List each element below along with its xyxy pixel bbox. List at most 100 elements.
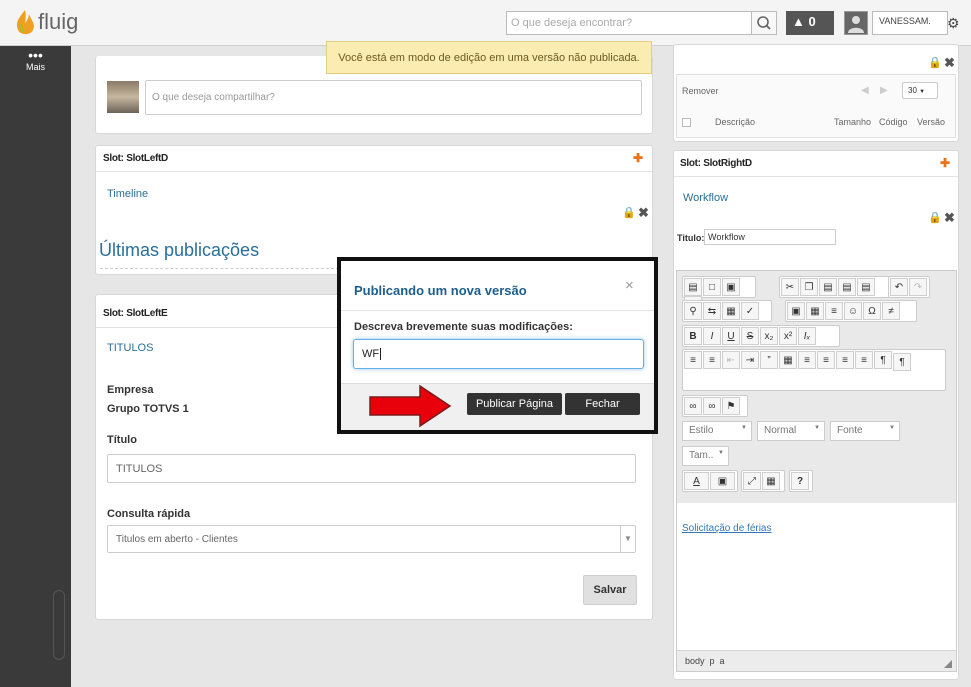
more-dots-icon[interactable]: •••	[0, 48, 71, 62]
paste-word-icon[interactable]: ▤	[857, 278, 875, 296]
close-icon[interactable]: ×	[625, 277, 634, 294]
avatar[interactable]	[844, 11, 868, 35]
publish-page-button[interactable]: Publicar Página	[467, 393, 562, 415]
add-widget-icon[interactable]: ✚	[940, 156, 950, 170]
link-icon[interactable]: ∞	[684, 397, 702, 415]
show-blocks-icon[interactable]: ▦	[762, 472, 780, 490]
add-widget-icon[interactable]: ✚	[633, 151, 643, 165]
save-icon[interactable]: ▤	[684, 278, 702, 296]
change-description-input[interactable]: WF	[353, 339, 644, 369]
dialog-divider	[341, 310, 654, 311]
bullet-list-icon[interactable]: ≡	[703, 351, 721, 369]
image-icon[interactable]: ▣	[787, 302, 805, 320]
column-version[interactable]: Versão	[917, 117, 945, 127]
justify-icon[interactable]: ≡	[855, 351, 873, 369]
undo-icon[interactable]: ↶	[890, 278, 908, 296]
composer-input[interactable]: O que deseja compartilhar?	[145, 80, 642, 115]
sidebar-item-more[interactable]: Mais	[0, 62, 71, 72]
horizontal-rule-icon[interactable]: ≡	[825, 302, 843, 320]
close-button[interactable]: Fechar	[565, 393, 640, 415]
remove-button[interactable]: Remover	[682, 86, 719, 96]
superscript-icon[interactable]: x²	[779, 327, 797, 345]
find-icon[interactable]: ⚲	[684, 302, 702, 320]
quick-query-select[interactable]: Titulos em aberto - Clientes	[107, 525, 636, 553]
toolbar-group-tools: ⤢ ▦	[741, 470, 785, 492]
sidebar-scrollbar[interactable]	[53, 590, 65, 660]
chevron-down-icon[interactable]: ▼	[620, 526, 635, 552]
title-field[interactable]: TITULOS	[107, 454, 636, 483]
subscript-icon[interactable]: x₂	[760, 327, 778, 345]
help-icon[interactable]: ?	[791, 472, 809, 490]
select-all-checkbox[interactable]	[682, 118, 691, 127]
paste-icon[interactable]: ▤	[819, 278, 837, 296]
close-icon[interactable]: ✖	[944, 55, 955, 71]
column-description[interactable]: Descrição	[715, 117, 755, 127]
widget-title: Timeline	[107, 188, 149, 200]
strike-icon[interactable]: S	[741, 327, 759, 345]
text-color-icon[interactable]: A	[684, 472, 709, 490]
select-all-icon[interactable]: ▦	[722, 302, 740, 320]
size-combo[interactable]: Tam.. ▼	[682, 446, 729, 466]
copy-icon[interactable]: ❐	[800, 278, 818, 296]
underline-icon[interactable]: U	[722, 327, 740, 345]
lock-icon[interactable]: 🔒	[622, 206, 636, 219]
user-menu[interactable]: VANESSAM.	[872, 11, 948, 35]
maximize-icon[interactable]: ⤢	[743, 472, 761, 490]
element-path[interactable]: body p a	[685, 656, 725, 666]
ltr-icon[interactable]: ¶	[874, 351, 892, 369]
column-code[interactable]: Código	[879, 117, 908, 127]
close-icon[interactable]: ✖	[638, 205, 649, 221]
indent-icon[interactable]: ⇥	[741, 351, 759, 369]
align-right-icon[interactable]: ≡	[836, 351, 854, 369]
style-combo[interactable]: Estilo ▼	[682, 421, 752, 441]
blockquote-icon[interactable]: ”	[760, 351, 778, 369]
numbered-list-icon[interactable]: ≡	[684, 351, 702, 369]
align-center-icon[interactable]: ≡	[817, 351, 835, 369]
rtl-icon[interactable]: ¶	[893, 353, 911, 371]
search-button[interactable]	[751, 11, 777, 35]
editor-content-link[interactable]: Solicitação de férias	[682, 523, 772, 534]
format-combo[interactable]: Normal ▼	[757, 421, 825, 441]
italic-icon[interactable]: I	[703, 327, 721, 345]
anchor-icon[interactable]: ⚑	[722, 397, 740, 415]
chevron-down-icon: ▼	[814, 425, 820, 431]
notifications-button[interactable]: ▲ 0	[786, 11, 834, 35]
table-icon[interactable]: ▦	[806, 302, 824, 320]
cut-icon[interactable]: ✂	[781, 278, 799, 296]
resize-handle-icon[interactable]	[944, 660, 952, 668]
outdent-icon[interactable]: ⇤	[722, 351, 740, 369]
smiley-icon[interactable]: ☺	[844, 302, 862, 320]
lock-icon[interactable]: 🔒	[928, 56, 942, 69]
new-page-icon[interactable]: □	[703, 278, 721, 296]
workflow-title-input[interactable]: Workflow	[704, 229, 836, 245]
chevron-down-icon: ▼	[718, 450, 724, 456]
style-combo-label: Estilo	[689, 425, 714, 436]
unlink-icon[interactable]: ∞	[703, 397, 721, 415]
bold-icon[interactable]: B	[684, 327, 702, 345]
redo-icon[interactable]: ↷	[909, 278, 927, 296]
column-size[interactable]: Tamanho	[834, 117, 871, 127]
replace-icon[interactable]: ⇆	[703, 302, 721, 320]
save-button[interactable]: Salvar	[583, 575, 637, 605]
close-icon[interactable]: ✖	[944, 210, 955, 226]
search-input[interactable]: O que deseja encontrar?	[506, 11, 752, 35]
preview-icon[interactable]: ▣	[722, 278, 740, 296]
next-page-icon[interactable]: ▶	[880, 85, 888, 96]
paste-text-icon[interactable]: ▤	[838, 278, 856, 296]
gear-icon[interactable]: ⚙	[947, 15, 960, 32]
div-icon[interactable]: ▦	[779, 351, 797, 369]
font-combo[interactable]: Fonte ▼	[830, 421, 900, 441]
publish-dialog: Publicando um nova versão × Descreva bre…	[337, 257, 658, 434]
spellcheck-icon[interactable]: ✓	[741, 302, 759, 320]
format-combo-label: Normal	[764, 425, 797, 436]
page-size-select[interactable]: 30 ▼	[902, 82, 938, 99]
special-char-icon[interactable]: Ω	[863, 302, 881, 320]
size-combo-label: Tam..	[689, 450, 714, 461]
background-color-icon[interactable]: ▣	[710, 472, 735, 490]
prev-page-icon[interactable]: ◀	[861, 85, 869, 96]
remove-format-icon[interactable]: Iₓ	[798, 327, 816, 345]
page-break-icon[interactable]: ≠	[882, 302, 900, 320]
fluig-logo[interactable]	[10, 8, 40, 38]
align-left-icon[interactable]: ≡	[798, 351, 816, 369]
lock-icon[interactable]: 🔒	[928, 211, 942, 224]
